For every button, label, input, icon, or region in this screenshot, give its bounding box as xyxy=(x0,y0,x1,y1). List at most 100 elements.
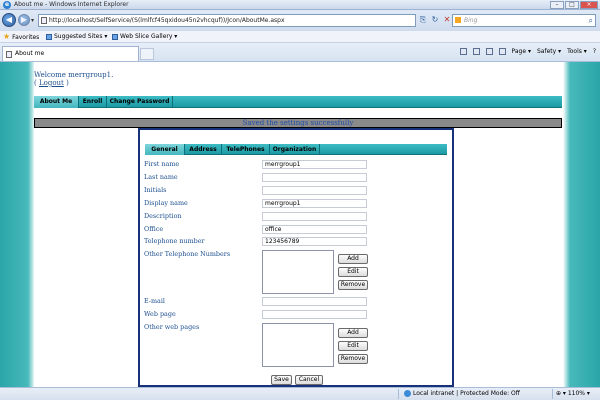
recent-pages-dropdown[interactable]: ▾ xyxy=(31,17,34,24)
add-telephone-button[interactable]: Add xyxy=(338,254,368,264)
other-telephones-list[interactable] xyxy=(262,250,334,294)
settings-tabs: General Address TelePhones Organization xyxy=(145,144,447,155)
page-icon xyxy=(6,51,12,58)
page-icon xyxy=(41,17,47,24)
favorites-button[interactable]: ★ Favorites xyxy=(3,33,39,41)
edit-telephone-button[interactable]: Edit xyxy=(338,267,368,277)
bing-icon xyxy=(455,17,461,23)
other-web-pages-list[interactable] xyxy=(262,323,334,367)
stop-icon[interactable]: ✕ xyxy=(442,14,452,26)
refresh-icon[interactable]: ↻ xyxy=(430,14,440,26)
telephone-field[interactable]: 123456789 xyxy=(262,237,367,246)
office-field[interactable]: office xyxy=(262,225,367,234)
address-bar-row: ◀ ▶ ▾ http://localhost/SelfService/(S(lm… xyxy=(0,10,600,31)
address-actions: ⎘ ↻ ✕ xyxy=(418,14,452,26)
window-controls: – □ × xyxy=(550,1,598,9)
browser-tab-title: About me xyxy=(15,50,45,57)
favorites-label: Favorites xyxy=(12,33,40,41)
suggested-sites-icon xyxy=(46,33,52,40)
web-slice-label: Web Slice Gallery ▾ xyxy=(120,33,178,40)
web-page-label: Web page xyxy=(144,310,176,318)
suggested-sites-button[interactable]: Suggested Sites ▾ xyxy=(46,33,107,40)
back-button[interactable]: ◀ xyxy=(2,13,16,27)
search-placeholder: Bing xyxy=(464,17,478,24)
logout-link[interactable]: Logout xyxy=(39,79,64,87)
email-label: E-mail xyxy=(144,297,165,305)
minimize-button[interactable]: – xyxy=(550,1,564,9)
search-input[interactable]: Bing ⌕ xyxy=(452,14,596,27)
search-icon[interactable]: ⌕ xyxy=(589,15,593,26)
remove-telephone-button[interactable]: Remove xyxy=(338,280,368,290)
status-separator xyxy=(552,389,553,399)
star-icon: ★ xyxy=(3,32,11,41)
telephone-label: Telephone number xyxy=(144,237,205,245)
description-field[interactable] xyxy=(262,212,367,221)
add-web-page-button[interactable]: Add xyxy=(338,328,368,338)
other-telephones-label: Other Telephone Numbers xyxy=(144,250,231,258)
web-slice-gallery-button[interactable]: Web Slice Gallery ▾ xyxy=(112,33,177,40)
remove-web-page-button[interactable]: Remove xyxy=(338,354,368,364)
tab-telephones[interactable]: TelePhones xyxy=(222,144,270,155)
other-web-pages-label: Other web pages xyxy=(144,323,200,331)
last-name-label: Last name xyxy=(144,173,178,181)
email-field[interactable] xyxy=(262,297,367,306)
status-separator xyxy=(398,389,399,399)
close-window-button[interactable]: × xyxy=(580,1,598,9)
help-icon[interactable]: ? xyxy=(593,48,596,55)
save-button[interactable]: Save xyxy=(271,375,292,385)
security-zone[interactable]: Local intranet | Protected Mode: Off xyxy=(404,390,520,397)
globe-icon xyxy=(404,390,411,397)
office-label: Office xyxy=(144,225,164,233)
tab-general[interactable]: General xyxy=(145,144,185,155)
window-title: About me - Windows Internet Explorer xyxy=(14,1,129,8)
web-page-field[interactable] xyxy=(262,310,367,319)
ie-icon: e xyxy=(3,1,11,9)
nav-change-password[interactable]: Change Password xyxy=(107,96,173,108)
suggested-sites-label: Suggested Sites ▾ xyxy=(54,33,108,40)
tab-bar: About me Page ▾ Safety ▾ Tools ▾ ? xyxy=(0,43,600,62)
edit-web-page-button[interactable]: Edit xyxy=(338,341,368,351)
tab-organization[interactable]: Organization xyxy=(270,144,320,155)
first-name-label: First name xyxy=(144,160,180,168)
feeds-icon[interactable] xyxy=(472,48,480,55)
settings-panel: General Address TelePhones Organization … xyxy=(138,128,454,387)
nav-enroll[interactable]: Enroll xyxy=(79,96,107,108)
tools-menu[interactable]: Tools ▾ xyxy=(567,48,587,55)
print-icon[interactable] xyxy=(498,48,506,55)
page-menu[interactable]: Page ▾ xyxy=(512,48,531,55)
maximize-button[interactable]: □ xyxy=(565,1,579,9)
web-slice-icon xyxy=(112,33,118,40)
security-zone-label: Local intranet | Protected Mode: Off xyxy=(413,390,520,397)
logout-close-paren: ) xyxy=(66,79,69,87)
browser-status-bar: Local intranet | Protected Mode: Off ⊕ ▾… xyxy=(0,387,600,400)
display-name-label: Display name xyxy=(144,199,188,207)
tab-address[interactable]: Address xyxy=(185,144,222,155)
main-nav: About Me Enroll Change Password xyxy=(34,96,562,108)
home-icon[interactable] xyxy=(459,48,467,55)
mail-icon[interactable] xyxy=(485,48,493,55)
logout-line: ( Logout ) xyxy=(34,79,69,87)
window-titlebar: e About me - Windows Internet Explorer –… xyxy=(0,0,600,10)
nav-about-me[interactable]: About Me xyxy=(34,96,79,108)
command-bar: Page ▾ Safety ▾ Tools ▾ ? xyxy=(459,48,596,55)
new-tab-button[interactable] xyxy=(140,48,154,60)
logout-open-paren: ( xyxy=(34,79,37,87)
forward-button[interactable]: ▶ xyxy=(18,14,30,26)
favorites-bar: ★ Favorites Suggested Sites ▾ Web Slice … xyxy=(0,31,600,43)
status-message: Saved the settings successfully xyxy=(34,118,562,128)
initials-field[interactable] xyxy=(262,186,367,195)
last-name-field[interactable] xyxy=(262,173,367,182)
address-input[interactable]: http://localhost/SelfService/(S(lmlfcf45… xyxy=(38,14,416,27)
first-name-field[interactable]: merrgroup1 xyxy=(262,160,367,169)
safety-menu[interactable]: Safety ▾ xyxy=(537,48,561,55)
welcome-text: Welcome merrgroup1. xyxy=(34,71,114,79)
description-label: Description xyxy=(144,212,182,220)
initials-label: Initials xyxy=(144,186,167,194)
browser-tab[interactable]: About me xyxy=(2,46,139,61)
cancel-button[interactable]: Cancel xyxy=(295,375,323,385)
compatibility-icon[interactable]: ⎘ xyxy=(418,14,428,26)
address-url: http://localhost/SelfService/(S(lmlfcf45… xyxy=(49,17,285,24)
display-name-field[interactable]: merrgroup1 xyxy=(262,199,367,208)
zoom-level[interactable]: ⊕ ▾ 110% ▾ xyxy=(556,390,590,397)
page-viewport: Welcome merrgroup1. ( Logout ) About Me … xyxy=(0,62,600,387)
